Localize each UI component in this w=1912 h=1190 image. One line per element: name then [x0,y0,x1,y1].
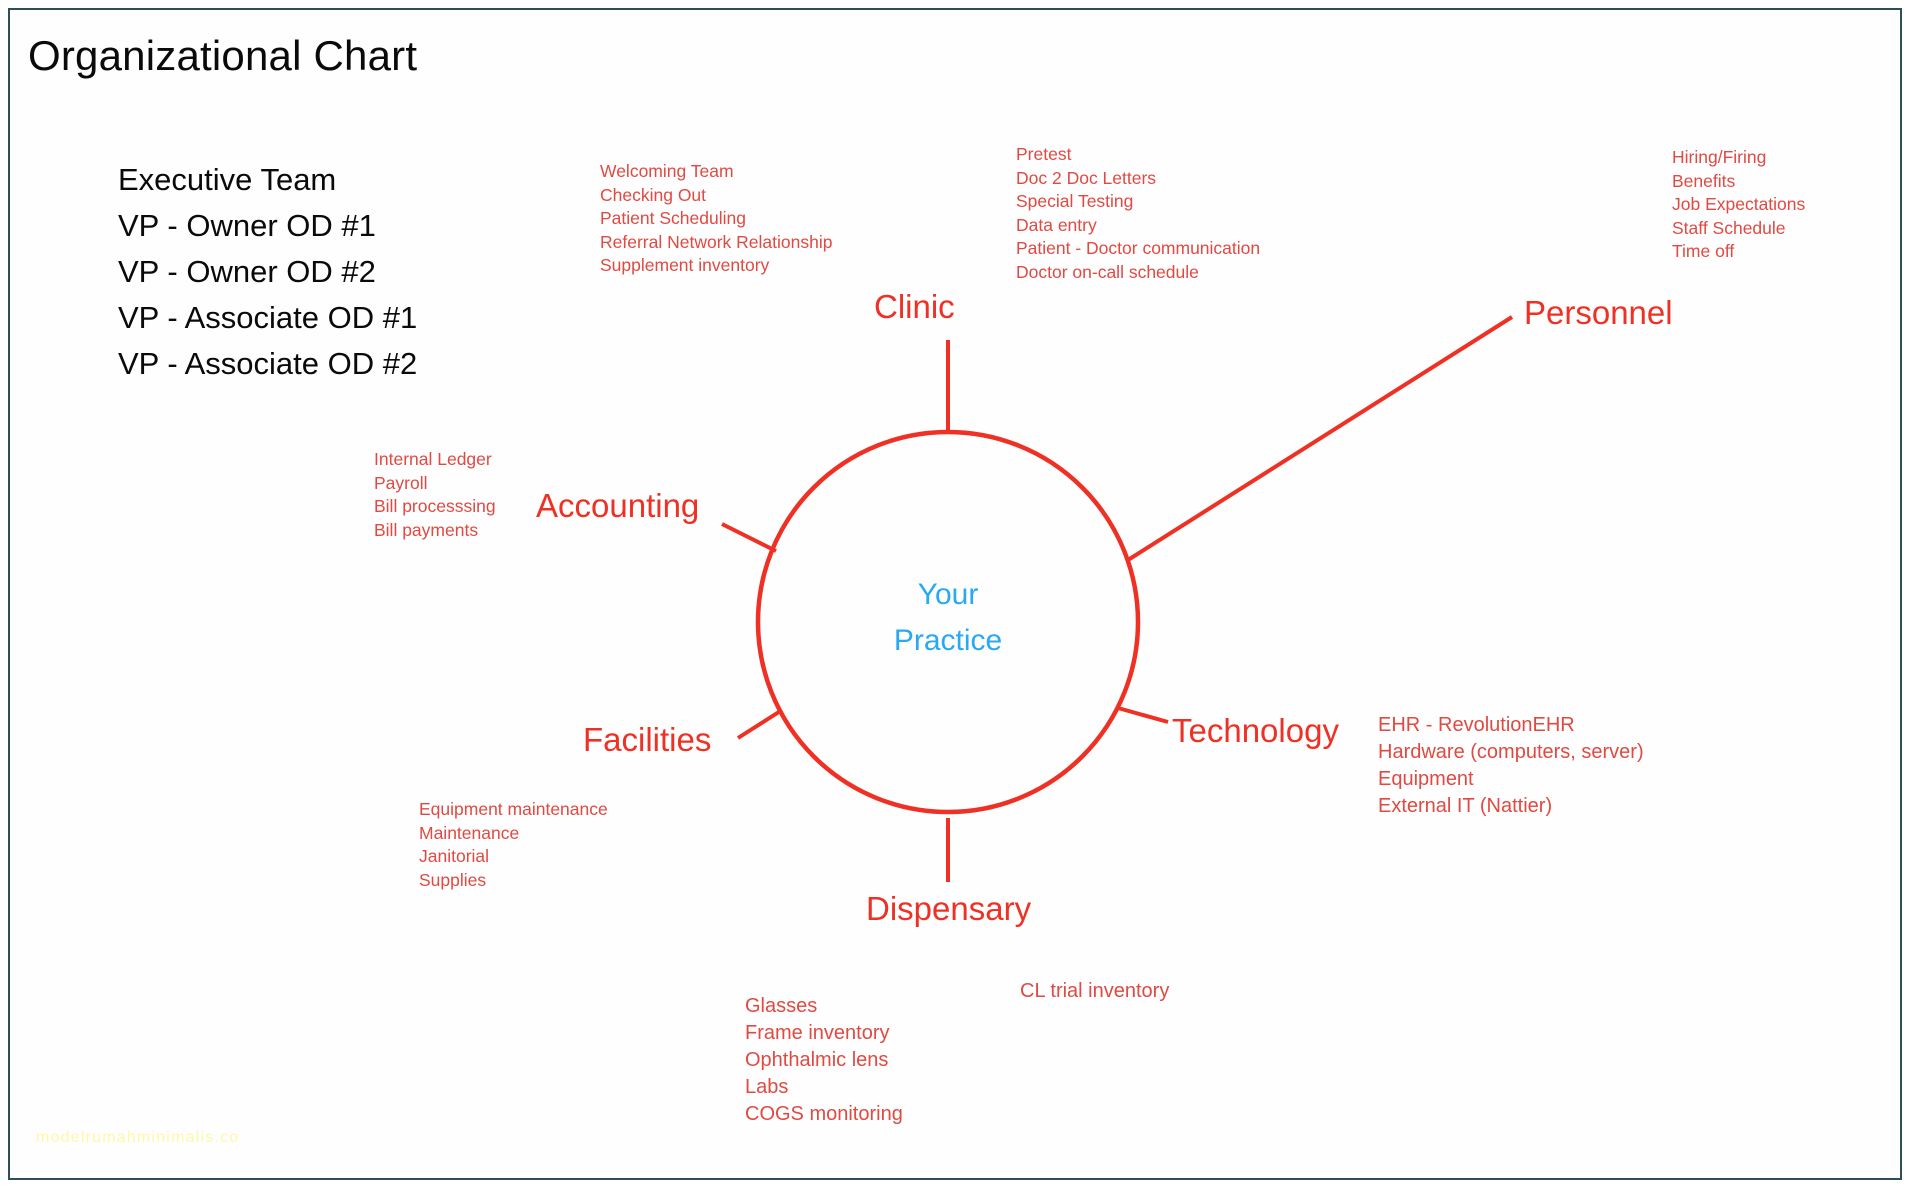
detail-item: Supplement inventory [600,255,770,275]
executive-team-item-4: VP - Associate OD #2 [118,346,418,381]
detail-item: Supplies [419,869,487,890]
detail-item: Payroll [374,472,428,493]
executive-team-item-2: VP - Owner OD #2 [118,254,376,289]
branch-label-technology[interactable]: Technology [1172,712,1339,750]
detail-item: CL trial inventory [1020,980,1170,1002]
detail-item: Maintenance [419,822,520,843]
detail-item: Checking Out [600,184,707,205]
detail-item: Bill payments [374,519,479,540]
detail-item: Hiring/Firing [1672,147,1767,167]
detail-item: COGS monitoring [745,1103,903,1125]
detail-item: Patient Scheduling [600,208,746,228]
hub-label-line-2: Practice [893,624,1003,657]
detail-item: Equipment [1378,768,1474,790]
detail-item: Special Testing [1016,191,1134,211]
detail-list-dispensary: Glasses Frame inventory Ophthalmic lens … [745,993,903,1128]
detail-item: Internal Ledger [374,449,492,469]
executive-team-item-3: VP - Associate OD #1 [118,300,418,335]
detail-item: Job Expectations [1672,194,1806,214]
watermark: modelrumahminimalis.co [36,1129,240,1146]
detail-item: External IT (Nattier) [1378,795,1553,817]
detail-item: Staff Schedule [1672,217,1786,238]
detail-list-facilities: Equipment maintenance Maintenance Janito… [419,798,608,892]
executive-team-item-1: VP - Owner OD #1 [118,208,376,243]
detail-list-personnel: Hiring/Firing Benefits Job Expectations … [1672,146,1805,264]
detail-item: Frame inventory [745,1022,890,1044]
branch-label-clinic[interactable]: Clinic [874,288,955,326]
detail-item: Pretest [1016,144,1072,164]
executive-team-heading: Executive Team [118,162,337,197]
detail-item: Patient - Doctor communication [1016,238,1261,258]
detail-item: Equipment maintenance [419,799,608,819]
detail-list-accounting: Internal Ledger Payroll Bill processsing… [374,448,496,542]
detail-list-pretest: Pretest Doc 2 Doc Letters Special Testin… [1016,143,1260,284]
detail-item: Hardware (computers, server) [1378,741,1644,763]
detail-item: Janitorial [419,846,490,866]
detail-item: Data entry [1016,214,1097,235]
detail-list-contact-lens: CL trial inventory [1020,978,1169,1005]
detail-list-clinic: Welcoming Team Checking Out Patient Sche… [600,160,832,278]
detail-item: Doc 2 Doc Letters [1016,167,1157,188]
branch-label-dispensary[interactable]: Dispensary [866,890,1031,928]
detail-item: Welcoming Team [600,161,734,181]
detail-item: Time off [1672,241,1735,261]
branch-label-facilities[interactable]: Facilities [583,721,711,759]
detail-item: Ophthalmic lens [745,1049,889,1071]
hub-label-line-1: Your [917,578,979,611]
page-title: Organizational Chart [28,32,418,79]
detail-item: Bill processsing [374,496,496,516]
branch-label-accounting[interactable]: Accounting [536,487,699,525]
detail-item: Doctor on-call schedule [1016,261,1199,282]
detail-item: EHR - RevolutionEHR [1378,714,1575,736]
detail-item: Referral Network Relationship [600,231,833,252]
detail-item: Glasses [745,995,818,1017]
executive-team-block: Executive Team VP - Owner OD #1 VP - Own… [118,157,417,387]
detail-item: Benefits [1672,170,1736,191]
hub-label: Your Practice [818,572,1078,664]
detail-item: Labs [745,1076,789,1098]
branch-label-personnel[interactable]: Personnel [1524,294,1673,332]
detail-list-technology: EHR - RevolutionEHR Hardware (computers,… [1378,712,1644,820]
slide-canvas: Organizational Chart Executive Team VP -… [0,0,1912,1190]
